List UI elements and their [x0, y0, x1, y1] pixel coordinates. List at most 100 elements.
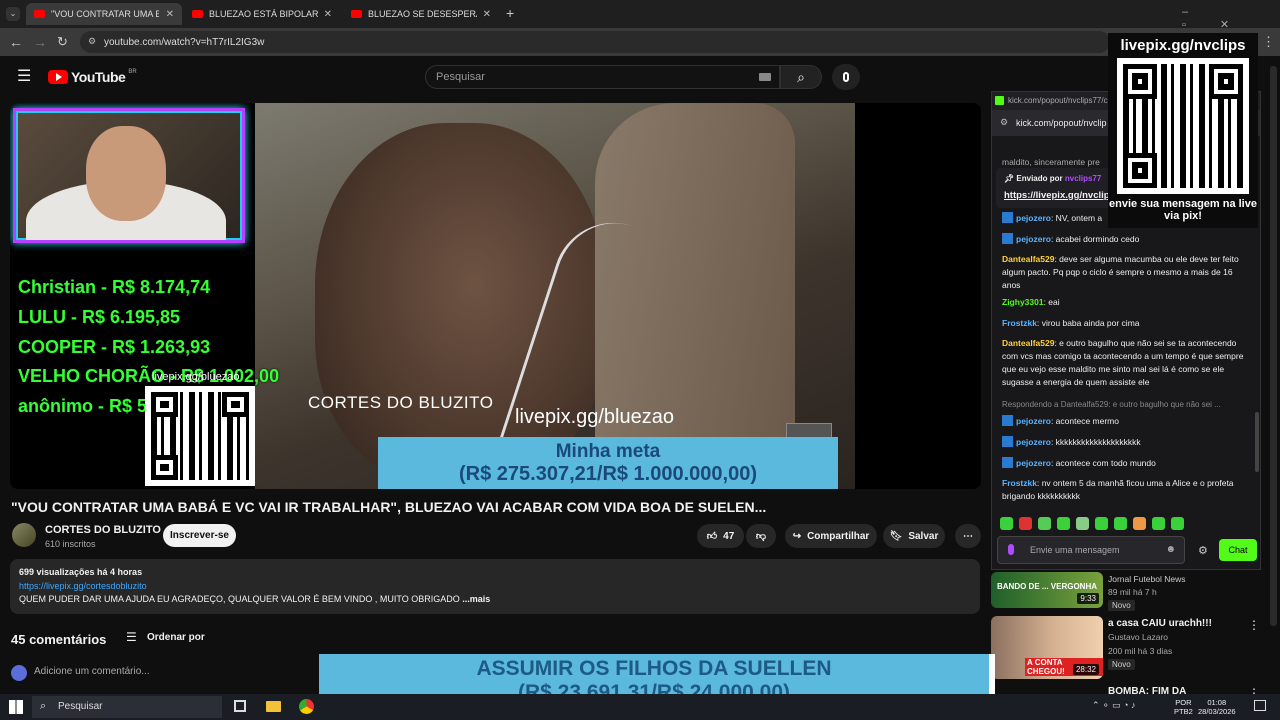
like-button[interactable]: 👍︎ 47 — [697, 524, 744, 548]
lang-code: POR — [1175, 698, 1192, 707]
back-icon[interactable]: ← — [9, 35, 23, 49]
youtube-logo[interactable]: YouTube BR — [48, 69, 137, 85]
emote-icon[interactable] — [1000, 517, 1013, 530]
qr-code-icon — [145, 386, 255, 486]
chat-username[interactable]: pejozero — [1016, 234, 1051, 244]
show-more-link[interactable]: ...mais — [462, 594, 490, 604]
tab-label: BLUEZAO SE DESESPERA COM — [368, 9, 477, 19]
new-badge: Novo — [1108, 600, 1135, 611]
goal-value: (R$ 275.307,21/R$ 1.000.000,00) — [459, 463, 757, 485]
subscribe-button[interactable]: Inscrever-se — [163, 524, 236, 547]
emote-icon[interactable] — [1152, 517, 1165, 530]
close-icon[interactable]: ✕ — [324, 9, 332, 20]
tray-icons[interactable]: ⌃ ⚬ ▭ ◔ ♪ — [1092, 700, 1136, 711]
rec-channel[interactable]: Jornal Futebol News — [1108, 574, 1185, 584]
tab-3[interactable]: BLUEZAO SE DESESPERA COM ✕ — [343, 3, 499, 25]
livepix-url-overlay: livepix.gg/bluezao — [515, 406, 674, 428]
emote-icon[interactable] — [1057, 517, 1070, 530]
chat-message: pejozero: acabei dormindo cedo — [1002, 233, 1252, 246]
emoji-icon[interactable]: ☻ — [1165, 544, 1176, 555]
more-actions-button[interactable]: ⋯ — [955, 524, 981, 548]
chat-text: : NV, ontem a — [1050, 213, 1103, 223]
emote-icon[interactable] — [1171, 517, 1184, 530]
add-comment-input[interactable]: Adicione um comentário... — [34, 666, 150, 677]
microphone-icon[interactable] — [1008, 544, 1014, 555]
new-tab-button[interactable]: + — [506, 5, 514, 21]
pinned-link[interactable]: https://livepix.gg/nvclip — [1004, 190, 1110, 201]
search-input[interactable]: Pesquisar — [425, 65, 780, 89]
channel-name[interactable]: CORTES DO BLUZITO — [45, 524, 161, 536]
forward-icon[interactable]: → — [33, 35, 47, 49]
chat-message: pejozero: acontece mermo — [1002, 415, 1252, 428]
language-indicator[interactable]: POR PTB2 — [1174, 698, 1193, 716]
search-placeholder: Pesquisar — [436, 71, 485, 83]
chat-text: : virou baba ainda por cima — [1036, 318, 1140, 328]
page-scrollbar[interactable] — [1270, 66, 1277, 626]
chat-username[interactable]: pejozero — [1016, 458, 1051, 468]
rec-channel[interactable]: Gustavo Lazaro — [1108, 632, 1168, 642]
pinned-user: nvclips77 — [1064, 174, 1102, 183]
description-box[interactable]: 699 visualizações há 4 horas https://liv… — [10, 559, 980, 614]
menu-icon[interactable]: ⋮ — [1262, 34, 1275, 50]
chat-scrollbar[interactable] — [1255, 412, 1259, 472]
settings-gear-icon[interactable]: ⚙ — [1198, 544, 1208, 557]
watermark-text: CORTES DO BLUZITO — [308, 393, 494, 412]
description-link[interactable]: https://livepix.gg/cortesdobluzito — [19, 581, 147, 591]
chat-username[interactable]: pejozero — [1016, 213, 1051, 223]
emote-icon[interactable] — [1076, 517, 1089, 530]
clock[interactable]: 01:08 28/03/2026 — [1198, 698, 1236, 716]
emote-icon[interactable] — [1114, 517, 1127, 530]
tab-1[interactable]: "VOU CONTRATAR UMA BAB... ✕ — [26, 3, 182, 25]
close-icon[interactable]: ✕ — [483, 9, 491, 20]
chat-username[interactable]: pejozero — [1016, 437, 1051, 447]
sort-by-button[interactable]: Ordenar por — [147, 632, 205, 643]
youtube-favicon-icon — [351, 10, 362, 18]
chat-username[interactable]: Zighy3301 — [1002, 297, 1044, 307]
url-field[interactable]: ⚙ youtube.com/watch?v=hT7rIL2IG3w — [80, 31, 1110, 53]
chat-username[interactable]: pejozero — [1016, 416, 1051, 426]
kick-url-text: kick.com/popout/nvclip — [1016, 118, 1107, 128]
chat-username[interactable]: Frostzkk — [1002, 478, 1037, 488]
pinned-label: Enviado por — [1016, 174, 1063, 183]
sort-icon[interactable]: ☰ — [126, 630, 137, 644]
share-button[interactable]: ↪ Compartilhar — [785, 524, 877, 548]
chat-username[interactable]: Frostzkk — [1002, 318, 1037, 328]
emote-icon[interactable] — [1019, 517, 1032, 530]
taskbar-search[interactable]: ⌕ Pesquisar — [32, 696, 222, 718]
channel-avatar[interactable] — [12, 523, 36, 547]
emote-icon[interactable] — [1133, 517, 1146, 530]
view-stats: 699 visualizações há 4 horas — [19, 567, 143, 577]
chat-username[interactable]: Dantealfa529 — [1002, 254, 1054, 264]
tab-2[interactable]: BLUEZAO ESTÁ BIPOLAR? ...ELE ✕ — [184, 3, 340, 25]
description-text: QUEM PUDER DAR UMA AJUDA EU AGRADEÇO, QU… — [19, 594, 460, 604]
chat-input[interactable]: Envie uma mensagem ☻ — [997, 536, 1185, 564]
search-button[interactable]: ⌕ — [780, 65, 822, 89]
save-button[interactable]: 🔖︎ Salvar — [883, 524, 945, 548]
goal-title: Minha meta — [555, 441, 661, 462]
chat-text: : acontece com todo mundo — [1050, 458, 1156, 468]
emote-icon[interactable] — [1095, 517, 1108, 530]
chat-send-button[interactable]: Chat — [1219, 539, 1257, 561]
emote-icon[interactable] — [1038, 517, 1051, 530]
file-explorer-icon[interactable] — [266, 701, 281, 712]
tab-list-button[interactable]: ⌄ — [6, 7, 20, 21]
rec-title[interactable]: a casa CAIU urachh!!! — [1108, 618, 1243, 629]
video-player[interactable]: Christian - R$ 8.174,74 LULU - R$ 6.195,… — [10, 103, 981, 489]
site-info-icon[interactable]: ⚙ — [88, 36, 96, 47]
voice-search-button[interactable] — [832, 64, 860, 90]
chrome-icon[interactable] — [299, 699, 314, 714]
notifications-icon[interactable] — [1254, 700, 1266, 711]
rec-menu-icon[interactable]: ⋮ — [1248, 618, 1260, 632]
rec-thumbnail[interactable]: BANDO DE ... VERGONHA 9:33 — [991, 572, 1103, 608]
windows-start-icon[interactable] — [9, 700, 23, 714]
dislike-button[interactable]: 👎︎ — [746, 524, 776, 548]
youtube-favicon-icon — [34, 10, 45, 18]
pin-icon: 📌︎ — [1004, 174, 1017, 183]
reload-icon[interactable]: ↻ — [57, 35, 68, 49]
task-view-icon[interactable] — [234, 700, 246, 712]
chat-username[interactable]: Dantealfa529 — [1002, 338, 1054, 348]
keyboard-icon[interactable] — [759, 73, 771, 81]
hamburger-menu-icon[interactable]: ☰ — [17, 69, 31, 85]
rec-thumbnail[interactable]: A CONTA CHEGOU! 28:32 — [991, 616, 1103, 679]
close-icon[interactable]: ✕ — [166, 9, 174, 20]
